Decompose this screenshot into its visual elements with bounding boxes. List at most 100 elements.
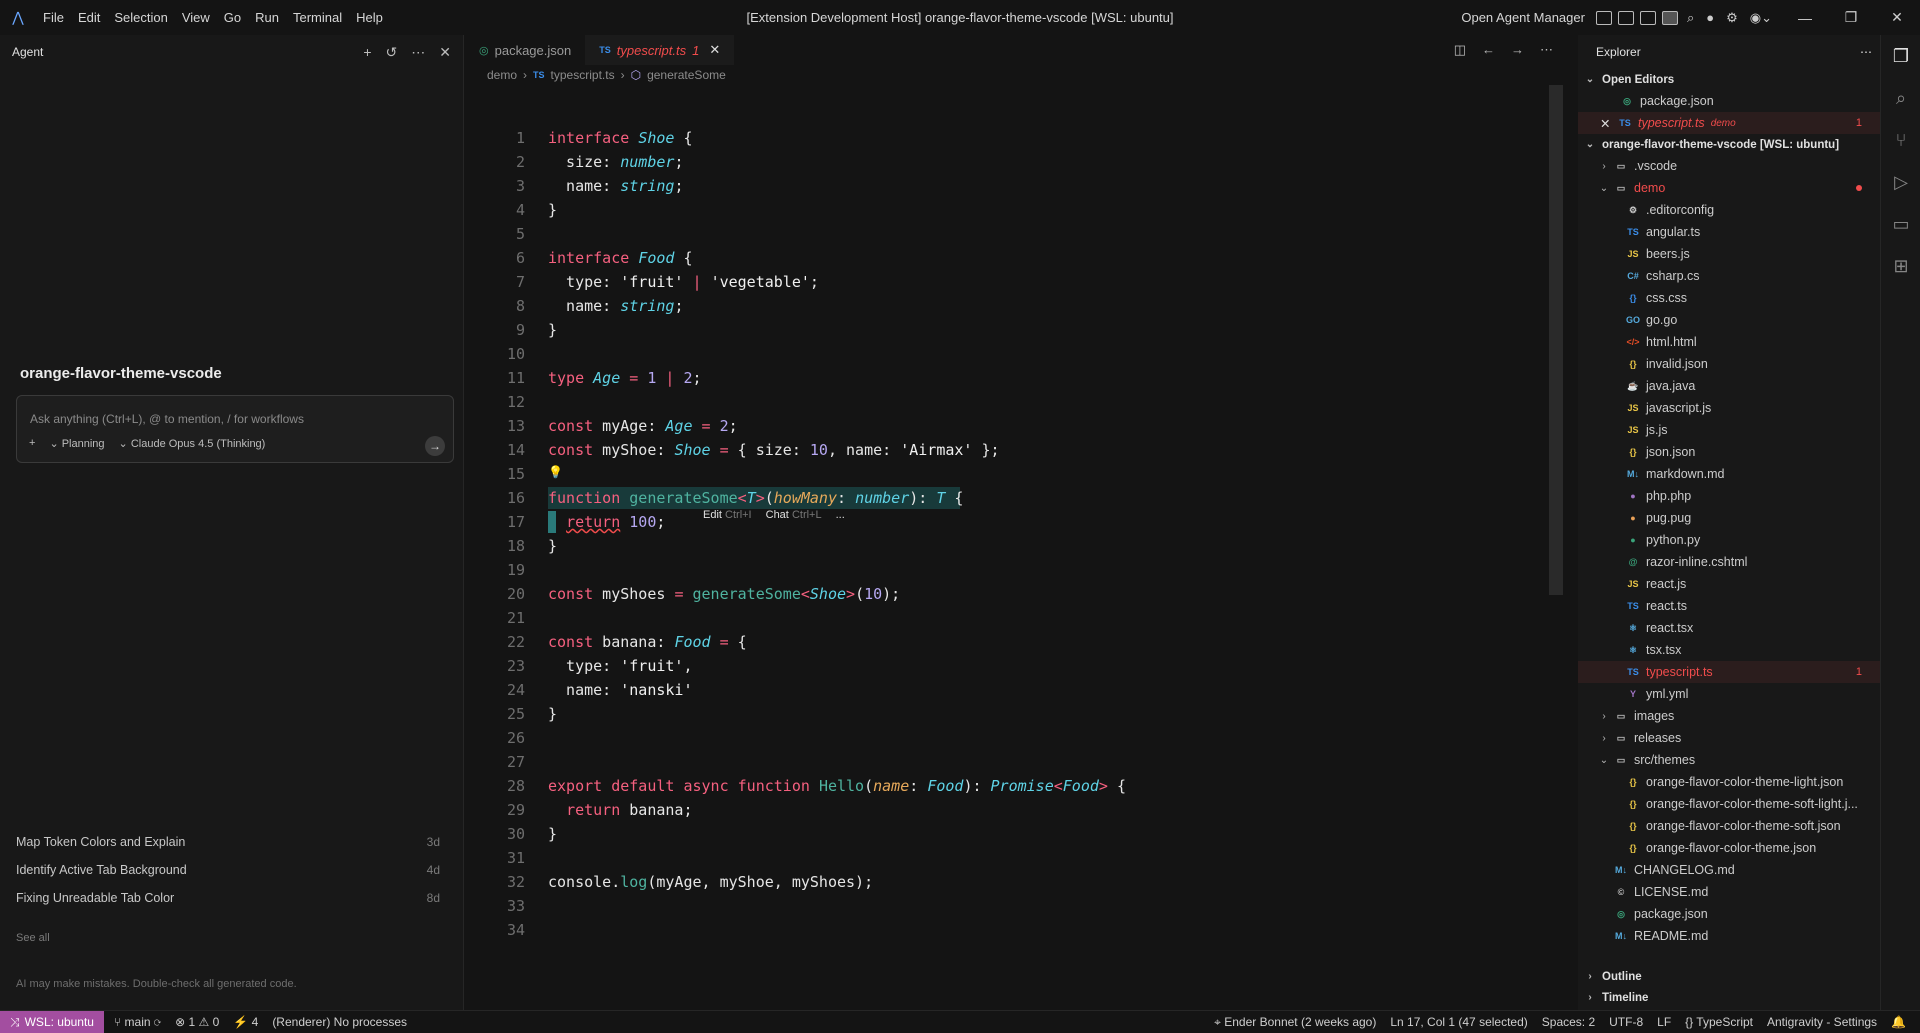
open-editors-section[interactable]: ⌄ Open Editors <box>1578 69 1880 90</box>
file-item[interactable]: ● pug.pug <box>1578 507 1880 529</box>
mode-dropdown[interactable]: ⌄ Planning <box>49 437 104 450</box>
search-icon[interactable]: ⌕ <box>1881 77 1920 119</box>
branch-indicator[interactable]: ⑂ main ⟳ <box>114 1015 161 1029</box>
toggle-panel-icon[interactable] <box>1617 10 1634 25</box>
explorer-icon[interactable]: ❐ <box>1881 35 1920 77</box>
chat-input-placeholder[interactable]: Ask anything (Ctrl+L), @ to mention, / f… <box>30 412 304 426</box>
file-item[interactable]: {} css.css <box>1578 287 1880 309</box>
git-blame[interactable]: ⌖ Ender Bonnet (2 weeks ago) <box>1214 1015 1376 1030</box>
close-tab-icon[interactable]: ✕ <box>709 42 720 58</box>
run-debug-icon[interactable]: ▷ <box>1881 161 1920 203</box>
folder-item[interactable]: › ▭ releases <box>1578 727 1880 749</box>
file-item[interactable]: TS typescript.ts 1 <box>1578 661 1880 683</box>
file-item[interactable]: C# csharp.cs <box>1578 265 1880 287</box>
file-item[interactable]: © LICENSE.md <box>1578 881 1880 903</box>
file-item[interactable]: JS beers.js <box>1578 243 1880 265</box>
file-item[interactable]: @ razor-inline.cshtml <box>1578 551 1880 573</box>
file-item[interactable]: {} orange-flavor-color-theme.json <box>1578 837 1880 859</box>
close-icon[interactable]: ✕ <box>1600 116 1616 131</box>
file-item[interactable]: Yyml.yml <box>1578 683 1880 705</box>
menu-file[interactable]: File <box>36 10 71 25</box>
file-item[interactable]: GO go.go <box>1578 309 1880 331</box>
search-icon[interactable]: ⌕ <box>1687 10 1694 26</box>
go-forward-icon[interactable]: → <box>1511 42 1524 58</box>
lightbulb-icon[interactable]: 💡 <box>548 465 563 479</box>
file-item[interactable]: {} orange-flavor-color-theme-soft.json <box>1578 815 1880 837</box>
model-dropdown[interactable]: ⌄ Claude Opus 4.5 (Thinking) <box>119 437 266 450</box>
menu-edit[interactable]: Edit <box>71 10 107 25</box>
toggle-sidebar-icon[interactable] <box>1639 10 1656 25</box>
folder-item[interactable]: › ▭ .vscode <box>1578 155 1880 177</box>
chat-input-box[interactable]: Ask anything (Ctrl+L), @ to mention, / f… <box>16 395 454 463</box>
more-actions-icon[interactable]: ⋯ <box>1860 45 1872 59</box>
history-item[interactable]: Identify Active Tab Background 4d <box>16 856 440 884</box>
workspace-section[interactable]: ⌄ orange-flavor-theme-vscode [WSL: ubuntu… <box>1578 134 1880 155</box>
file-item[interactable]: ● php.php <box>1578 485 1880 507</box>
file-item[interactable]: ◎ package.json <box>1578 903 1880 925</box>
open-agent-manager-button[interactable]: Open Agent Manager <box>1461 10 1585 25</box>
split-editor-icon[interactable]: ◫ <box>1454 42 1466 58</box>
file-item[interactable]: </> html.html <box>1578 331 1880 353</box>
settings-link[interactable]: Antigravity - Settings <box>1767 1015 1877 1030</box>
see-all-link[interactable]: See all <box>16 932 50 944</box>
inline-edit-button[interactable]: Edit Ctrl+I <box>703 509 752 521</box>
inline-chat-button[interactable]: Chat Ctrl+L <box>766 509 822 521</box>
file-item[interactable]: ⚙ .editorconfig <box>1578 199 1880 221</box>
cursor-position[interactable]: Ln 17, Col 1 (47 selected) <box>1390 1015 1527 1030</box>
file-item[interactable]: JS react.js <box>1578 573 1880 595</box>
tab-package-json[interactable]: ◎ package.json <box>465 35 585 65</box>
file-item[interactable]: TS react.ts <box>1578 595 1880 617</box>
extensions-icon[interactable]: ⊞ <box>1881 245 1920 287</box>
remote-indicator[interactable]: ⤨ WSL: ubuntu <box>0 1011 104 1033</box>
file-item[interactable]: ⚛ tsx.tsx <box>1578 639 1880 661</box>
file-item[interactable]: {} invalid.json <box>1578 353 1880 375</box>
file-item[interactable]: {} json.json <box>1578 441 1880 463</box>
gear-icon[interactable]: ⚙ <box>1726 10 1738 26</box>
remote-explorer-icon[interactable]: ▭ <box>1881 203 1920 245</box>
file-item[interactable]: JS javascript.js <box>1578 397 1880 419</box>
file-item[interactable]: M↓ CHANGELOG.md <box>1578 859 1880 881</box>
add-context-icon[interactable]: + <box>29 437 35 449</box>
history-item[interactable]: Fixing Unreadable Tab Color 8d <box>16 884 440 912</box>
renderer-status[interactable]: (Renderer) No processes <box>272 1015 407 1029</box>
breadcrumb-item[interactable]: generateSome <box>647 68 726 82</box>
open-editor-item[interactable]: ✕ TS typescript.ts demo 1 <box>1578 112 1880 134</box>
notifications-icon[interactable]: 🔔 <box>1891 1015 1906 1030</box>
account-icon[interactable]: ◉⌄ <box>1750 10 1772 26</box>
menu-run[interactable]: Run <box>248 10 286 25</box>
editor-scrollbar[interactable] <box>1549 85 1563 595</box>
source-control-icon[interactable]: ⑂ <box>1881 119 1920 161</box>
history-item[interactable]: Map Token Colors and Explain 3d <box>16 828 440 856</box>
file-item[interactable]: {} orange-flavor-color-theme-soft-light.j… <box>1578 793 1880 815</box>
problems-indicator[interactable]: ⊗ 1 ⚠ 0 <box>175 1015 219 1029</box>
close-icon[interactable]: ✕ <box>439 44 451 61</box>
folder-item[interactable]: › ▭ images <box>1578 705 1880 727</box>
history-icon[interactable]: ↺ <box>386 44 398 61</box>
language-mode[interactable]: {} TypeScript <box>1685 1015 1753 1030</box>
file-item[interactable]: ⚛ react.tsx <box>1578 617 1880 639</box>
file-item[interactable]: TS angular.ts <box>1578 221 1880 243</box>
more-actions-icon[interactable]: ⋯ <box>411 44 425 61</box>
indentation[interactable]: Spaces: 2 <box>1542 1015 1595 1030</box>
toggle-secondary-sidebar-icon[interactable] <box>1661 10 1678 25</box>
file-item[interactable]: {} orange-flavor-color-theme-light.json <box>1578 771 1880 793</box>
more-actions-icon[interactable]: ⋯ <box>1540 42 1553 58</box>
breadcrumb-item[interactable]: demo <box>487 68 517 82</box>
github-icon[interactable]: ● <box>1706 10 1714 25</box>
menu-view[interactable]: View <box>175 10 217 25</box>
file-item[interactable]: ☕ java.java <box>1578 375 1880 397</box>
outline-section[interactable]: › Outline <box>1578 966 1880 987</box>
ports-indicator[interactable]: ⚡ 4 <box>233 1015 258 1029</box>
file-item[interactable]: JS js.js <box>1578 419 1880 441</box>
file-item[interactable]: M↓ markdown.md <box>1578 463 1880 485</box>
file-item[interactable]: ● python.py <box>1578 529 1880 551</box>
layout-customize-icon[interactable] <box>1595 10 1612 25</box>
inline-more-button[interactable]: ... <box>836 509 845 521</box>
menu-help[interactable]: Help <box>349 10 390 25</box>
folder-item[interactable]: ⌄ ▭ src/themes <box>1578 749 1880 771</box>
tab-typescript-ts[interactable]: TS typescript.ts 1 ✕ <box>585 35 735 65</box>
go-back-icon[interactable]: ← <box>1482 42 1495 58</box>
minimize-button[interactable]: — <box>1782 10 1828 26</box>
close-window-button[interactable]: ✕ <box>1874 9 1920 26</box>
open-editor-item[interactable]: ◎ package.json <box>1578 90 1880 112</box>
